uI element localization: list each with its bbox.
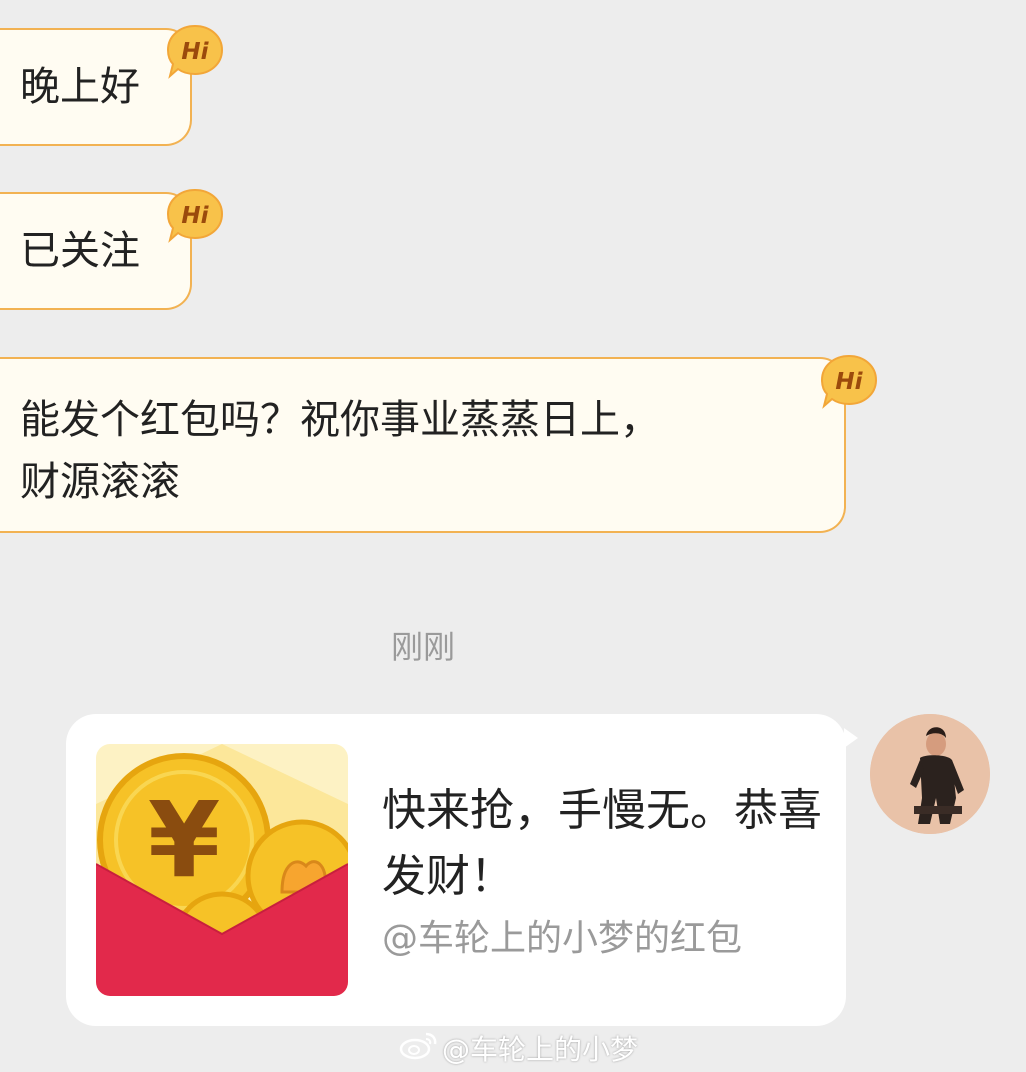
message-text: 能发个红包吗？祝你事业蒸蒸日上， 财源滚滚	[20, 397, 660, 505]
bubble-tail	[844, 728, 858, 748]
weibo-logo-icon	[398, 1030, 438, 1067]
incoming-message-bubble[interactable]: 已关注	[0, 192, 192, 310]
red-packet-card[interactable]: ¥ 快来抢，手慢无。恭喜发财！ @车轮上的小梦的红包	[66, 714, 858, 1026]
message-text: 已关注	[20, 228, 140, 274]
hi-badge-icon: Hi	[166, 24, 224, 80]
weibo-watermark: @车轮上的小梦	[398, 1028, 638, 1068]
hi-badge-icon: Hi	[166, 188, 224, 244]
hi-badge-icon: Hi	[820, 354, 878, 410]
red-envelope-coin-icon: ¥	[96, 744, 348, 996]
incoming-message-bubble[interactable]: 晚上好	[0, 28, 192, 146]
red-packet-subtitle: @车轮上的小梦的红包	[382, 918, 743, 959]
watermark-text: @车轮上的小梦	[442, 1033, 639, 1066]
red-packet-title: 快来抢，手慢无。恭喜发财！	[382, 785, 822, 902]
message-timestamp: 刚刚	[390, 628, 455, 666]
user-avatar-icon[interactable]	[870, 714, 990, 834]
svg-text:¥: ¥	[148, 779, 220, 901]
hi-badge-label: Hi	[181, 203, 209, 229]
hi-badge-label: Hi	[181, 39, 209, 65]
incoming-message-bubble[interactable]: 能发个红包吗？祝你事业蒸蒸日上， 财源滚滚	[0, 357, 846, 533]
hi-badge-label: Hi	[835, 369, 863, 395]
message-text: 晚上好	[20, 64, 140, 110]
